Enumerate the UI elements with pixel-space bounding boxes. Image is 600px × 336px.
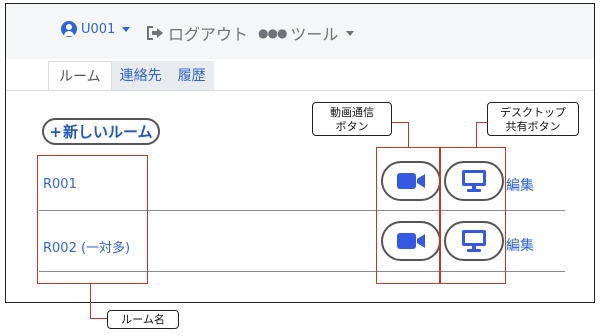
tools-label: ツール <box>290 25 339 44</box>
callout-text: ボタン <box>335 120 369 133</box>
caret-down-icon <box>122 26 131 32</box>
new-room-button[interactable]: + 新しいルーム <box>42 118 160 145</box>
callout-text: 動画通信 <box>330 106 374 119</box>
user-menu[interactable]: U001 <box>61 21 131 37</box>
new-room-label: 新しいルーム <box>63 123 153 141</box>
caret-down-icon <box>346 30 355 36</box>
video-callout-connector <box>391 122 409 123</box>
logout-icon <box>147 26 163 40</box>
desktop-callout-connector <box>476 122 477 147</box>
room-name-connector <box>90 318 108 319</box>
tab-bar: ルーム 連絡先 履歴 <box>48 61 214 91</box>
desktop-button-highlight <box>440 147 506 284</box>
tab-rooms[interactable]: ルーム <box>48 61 112 91</box>
navbar: U001 ログアウト ●●● ツール <box>6 4 594 59</box>
ellipsis-icon: ●●● <box>258 26 287 40</box>
tools-menu[interactable]: ●●● ツール <box>258 21 355 45</box>
logout-label: ログアウト <box>168 25 249 44</box>
user-circle-icon <box>61 21 77 37</box>
edit-link[interactable]: 編集 <box>506 235 534 255</box>
room-name-connector <box>90 283 91 319</box>
app-frame: U001 ログアウト ●●● ツール ルーム 連絡先 履歴 + 新しいルーム R… <box>5 3 595 303</box>
callout-text: 共有ボタン <box>505 120 561 133</box>
video-callout-connector <box>408 122 409 147</box>
video-button-highlight <box>376 147 440 284</box>
callout-text: デスクトップ <box>500 106 566 119</box>
edit-link[interactable]: 編集 <box>506 175 534 195</box>
callout-text: ルーム名 <box>121 313 165 326</box>
user-label: U001 <box>81 21 116 37</box>
room-name-highlight <box>37 155 148 284</box>
tab-contacts[interactable]: 連絡先 <box>111 61 170 91</box>
room-name-callout: ルーム名 <box>107 310 179 329</box>
plus-icon: + <box>49 122 62 141</box>
desktop-button-callout: デスクトップ 共有ボタン <box>487 102 579 136</box>
tab-divider <box>6 90 594 91</box>
video-button-callout: 動画通信 ボタン <box>312 102 392 136</box>
logout-link[interactable]: ログアウト <box>146 21 248 45</box>
tab-history[interactable]: 履歴 <box>169 61 214 91</box>
